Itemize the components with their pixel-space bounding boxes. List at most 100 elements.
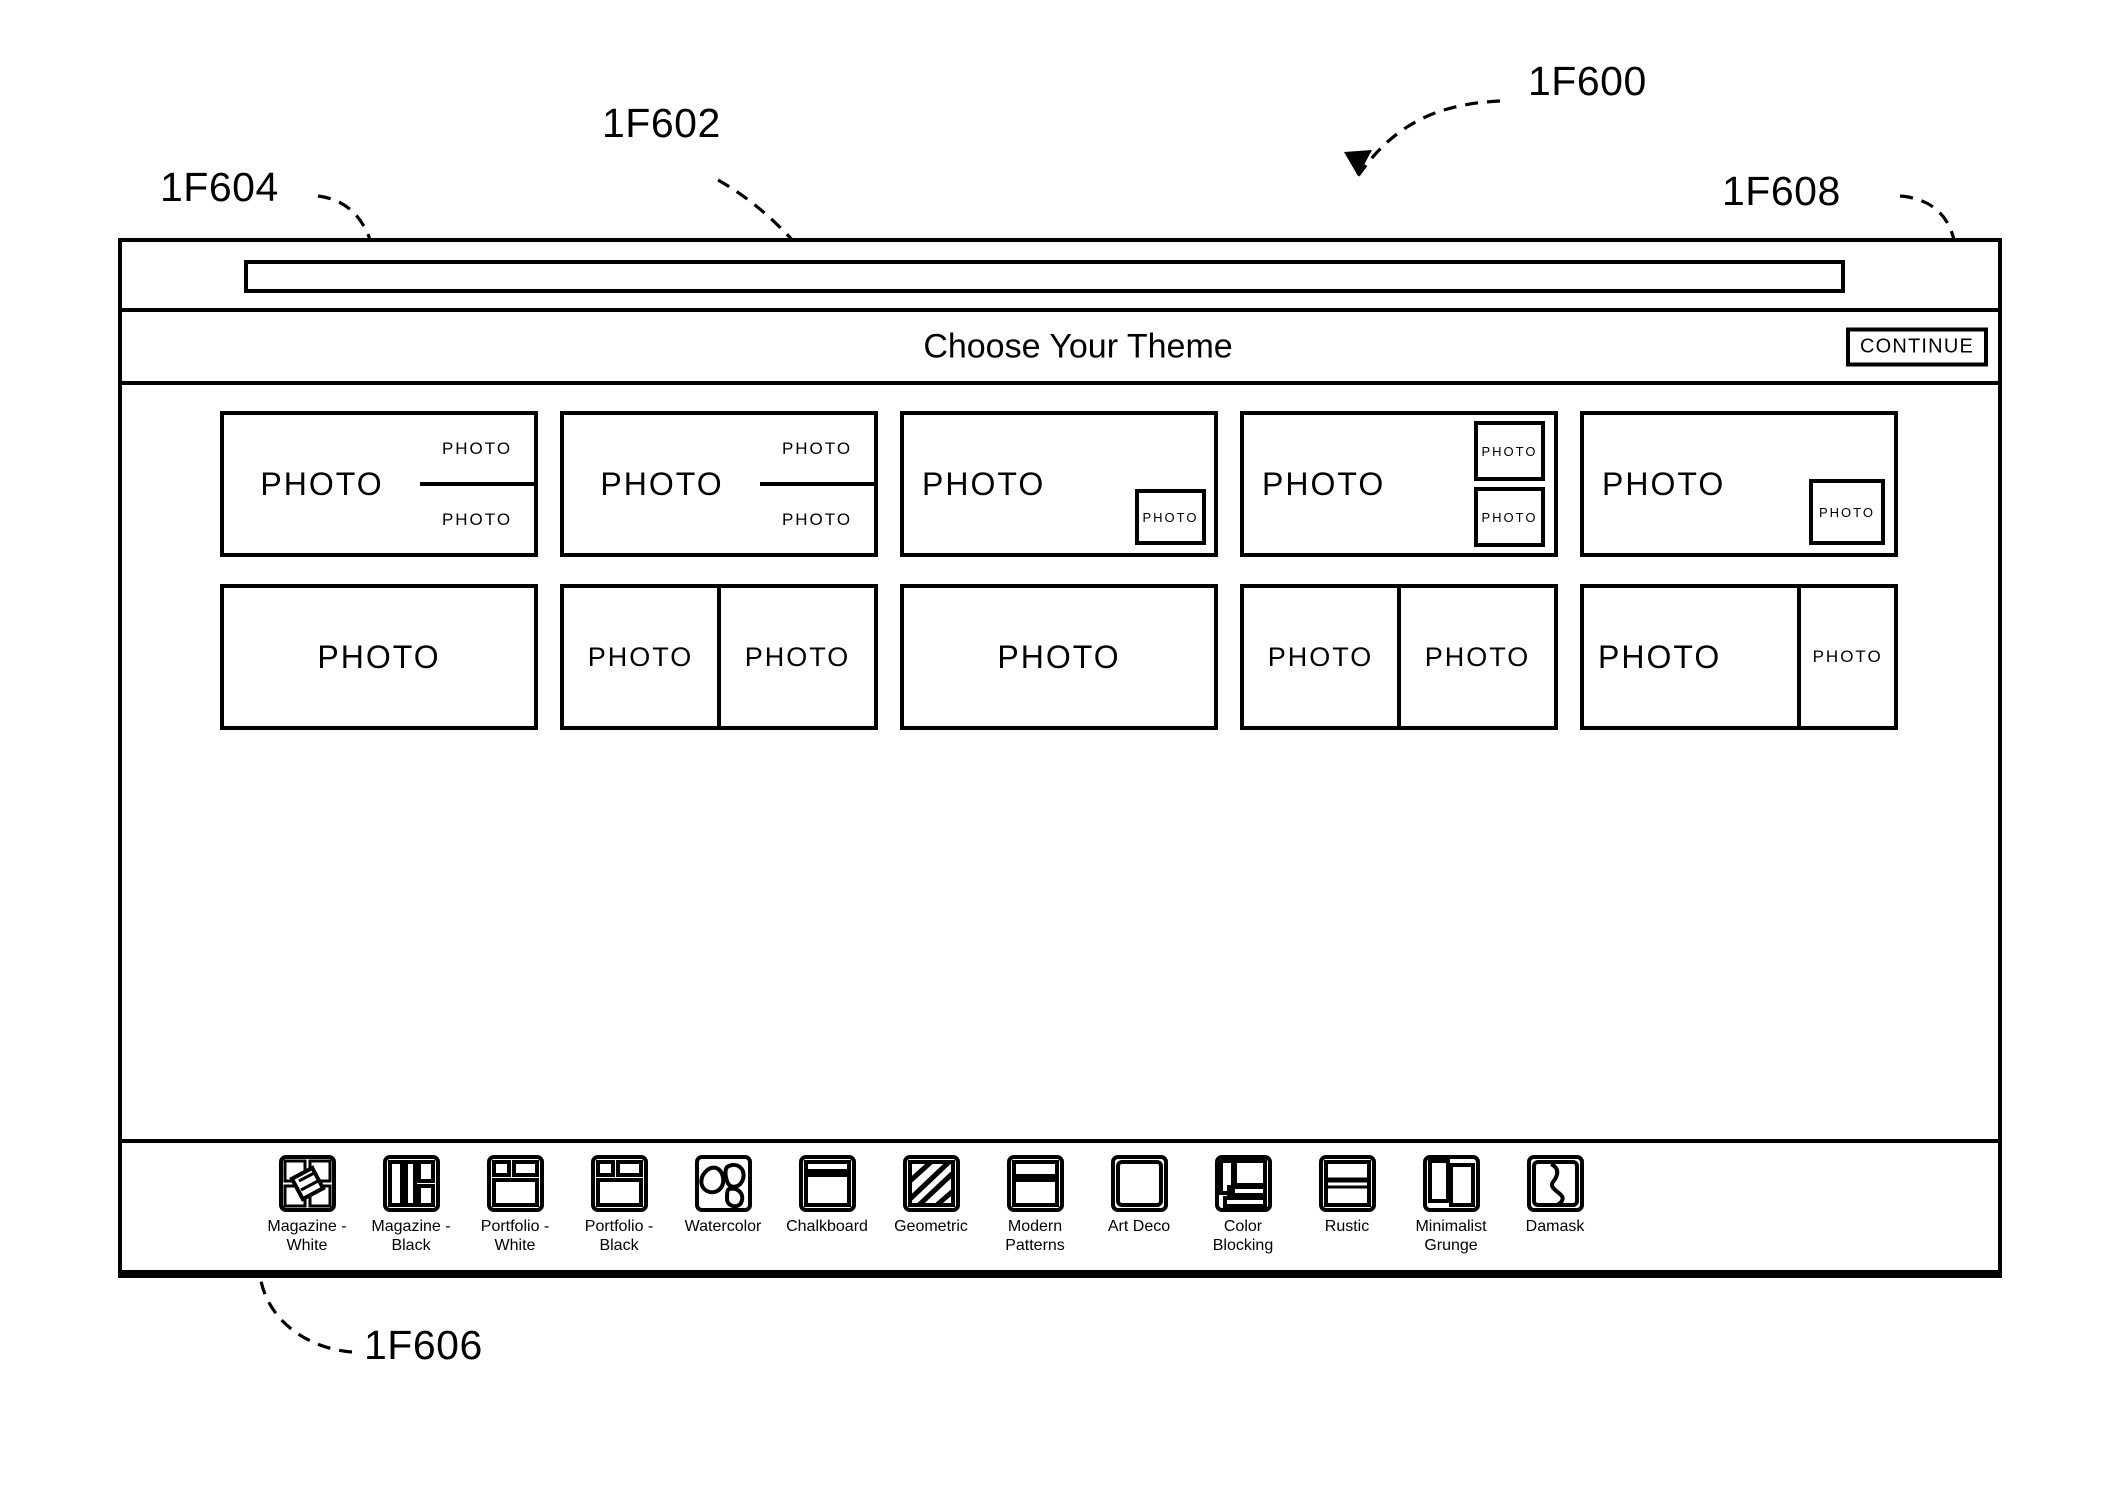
layout-template-option[interactable]: PHOTO: [220, 584, 538, 730]
theme-item-watercolor[interactable]: Watercolor: [683, 1155, 763, 1256]
theme-item-portfolio-white[interactable]: Portfolio - White: [475, 1155, 555, 1256]
layout-inset-cell: PHOTO: [1474, 421, 1545, 481]
layout-template-grid: PHOTO PHOTO PHOTO PHOTO PHOTO PHOTO PHOT…: [220, 411, 1912, 757]
layout-template-option[interactable]: PHOTO PHOTO PHOTO: [560, 411, 878, 557]
layout-template-row-2: PHOTO PHOTO PHOTO PHOTO PHOTO PHOTO PHOT…: [220, 584, 1912, 730]
layout-cell: PHOTO: [1797, 588, 1894, 726]
theme-item-damask[interactable]: Damask: [1515, 1155, 1595, 1256]
continue-button[interactable]: CONTINUE: [1845, 327, 1988, 366]
modern-patterns-icon: [1006, 1155, 1064, 1212]
theme-chooser-window: Choose Your Theme CONTINUE PHOTO PHOTO P…: [118, 238, 2002, 1278]
theme-item-label: Magazine - White: [267, 1218, 347, 1254]
theme-item-label: Rustic: [1324, 1218, 1370, 1235]
layout-inset-cell: PHOTO: [1809, 479, 1885, 545]
photo-placeholder-label: PHOTO: [781, 438, 853, 458]
theme-item-portfolio-black[interactable]: Portfolio - Black: [579, 1155, 659, 1256]
photo-placeholder-label: PHOTO: [260, 465, 384, 502]
layout-template-option[interactable]: PHOTO PHOTO PHOTO: [1240, 411, 1558, 557]
photo-placeholder-label: PHOTO: [317, 638, 441, 675]
layout-cell: PHOTO: [760, 415, 874, 482]
theme-item-magazine-black[interactable]: Magazine - Black: [371, 1155, 451, 1256]
layout-cell: PHOTO: [224, 588, 534, 726]
theme-item-magazine-white[interactable]: Magazine - White: [267, 1155, 347, 1256]
theme-item-label: Art Deco: [1107, 1218, 1171, 1235]
magazine-black-icon: [382, 1155, 440, 1212]
photo-placeholder-label: PHOTO: [1262, 465, 1386, 502]
art-deco-icon: [1110, 1155, 1168, 1212]
layout-column: PHOTO PHOTO: [420, 415, 534, 553]
layout-template-option[interactable]: PHOTO PHOTO: [1580, 411, 1898, 557]
theme-item-label: Geometric: [894, 1218, 968, 1235]
photo-placeholder-label: PHOTO: [1267, 641, 1374, 672]
color-blocking-icon: [1214, 1155, 1272, 1212]
layout-cell: PHOTO: [564, 588, 717, 726]
layout-canvas-area: PHOTO PHOTO PHOTO PHOTO PHOTO PHOTO PHOT…: [122, 385, 1998, 1143]
rustic-icon: [1318, 1155, 1376, 1212]
theme-item-geometric: Geometric: [891, 1155, 971, 1256]
address-bar[interactable]: [244, 260, 1845, 293]
page-title: Choose Your Theme: [923, 327, 1233, 365]
layout-template-option[interactable]: PHOTO PHOTO: [1580, 584, 1898, 730]
photo-placeholder-label: PHOTO: [1142, 509, 1199, 525]
layout-cell: PHOTO: [564, 415, 760, 553]
theme-item-label: Chalkboard: [786, 1218, 868, 1235]
theme-item-label: Portfolio - Black: [584, 1218, 654, 1254]
photo-placeholder-label: PHOTO: [587, 641, 694, 672]
theme-item-label: Magazine - Black: [371, 1218, 451, 1254]
photo-placeholder-label: PHOTO: [441, 438, 513, 458]
theme-picker-strip: Magazine - White Magazine - Black Portfo…: [122, 1139, 1998, 1274]
theme-item-chalkboard[interactable]: Chalkboard: [786, 1155, 868, 1256]
watercolor-icon: [694, 1155, 752, 1212]
photo-placeholder-label: PHOTO: [922, 465, 1046, 502]
layout-cell: PHOTO: [224, 415, 420, 553]
theme-item-label: Minimalist Grunge: [1415, 1218, 1487, 1254]
photo-placeholder-label: PHOTO: [781, 509, 853, 529]
theme-item-label: Modern Patterns: [1005, 1218, 1065, 1254]
theme-item-color-blocking[interactable]: Color Blocking: [1203, 1155, 1283, 1256]
geometric-icon: [902, 1155, 960, 1212]
layout-template-option[interactable]: PHOTO PHOTO: [560, 584, 878, 730]
theme-item-art-deco[interactable]: Art Deco: [1099, 1155, 1179, 1256]
layout-template-option[interactable]: PHOTO PHOTO: [1240, 584, 1558, 730]
layout-inset-cell: PHOTO: [1135, 489, 1206, 545]
photo-placeholder-label: PHOTO: [1598, 638, 1722, 675]
photo-placeholder-label: PHOTO: [441, 509, 513, 529]
layout-column: PHOTO PHOTO: [760, 415, 874, 553]
portfolio-black-icon: [590, 1155, 648, 1212]
leader-1F600-arrowhead: [1344, 150, 1372, 176]
layout-cell: PHOTO: [1244, 588, 1397, 726]
browser-chrome-bar: [122, 242, 1998, 312]
figure-ref-1F606: 1F606: [364, 1322, 483, 1368]
photo-placeholder-label: PHOTO: [1424, 641, 1531, 672]
layout-template-row-1: PHOTO PHOTO PHOTO PHOTO PHOTO PHOTO PHOT…: [220, 411, 1912, 557]
theme-item-rustic[interactable]: Rustic: [1307, 1155, 1387, 1256]
leader-1F600: [1356, 99, 1501, 177]
layout-template-option[interactable]: PHOTO PHOTO PHOTO: [220, 411, 538, 557]
figure-ref-1F602: 1F602: [602, 100, 721, 146]
minimalist-grunge-icon: [1422, 1155, 1480, 1212]
chalkboard-icon: [798, 1155, 856, 1212]
photo-placeholder-label: PHOTO: [997, 638, 1121, 675]
photo-placeholder-label: PHOTO: [1602, 465, 1726, 502]
theme-item-minimalist-grunge[interactable]: Minimalist Grunge: [1411, 1155, 1491, 1256]
photo-placeholder-label: PHOTO: [1812, 647, 1883, 666]
layout-inset-cell: PHOTO: [1474, 487, 1545, 547]
page-header-bar: Choose Your Theme CONTINUE: [122, 312, 1998, 385]
figure-ref-1F604: 1F604: [160, 164, 279, 210]
layout-template-option[interactable]: PHOTO PHOTO: [900, 411, 1218, 557]
theme-item-label: Damask: [1525, 1218, 1585, 1235]
layout-cell: PHOTO: [420, 415, 534, 482]
theme-item-modern-patterns[interactable]: Modern Patterns: [995, 1155, 1075, 1256]
layout-cell: PHOTO: [904, 588, 1214, 726]
figure-ref-1F608: 1F608: [1722, 168, 1841, 214]
figure-ref-1F600: 1F600: [1528, 58, 1647, 104]
layout-cell: PHOTO: [1584, 588, 1797, 726]
layout-cell: PHOTO: [1397, 588, 1554, 726]
photo-placeholder-label: PHOTO: [1819, 504, 1875, 520]
theme-list: Magazine - White Magazine - Black Portfo…: [267, 1155, 1595, 1256]
layout-cell: PHOTO: [760, 482, 874, 553]
magazine-white-icon: [278, 1155, 336, 1212]
theme-item-label: Portfolio - White: [480, 1218, 550, 1254]
theme-item-label: Color Blocking: [1212, 1218, 1274, 1254]
layout-template-option[interactable]: PHOTO: [900, 584, 1218, 730]
